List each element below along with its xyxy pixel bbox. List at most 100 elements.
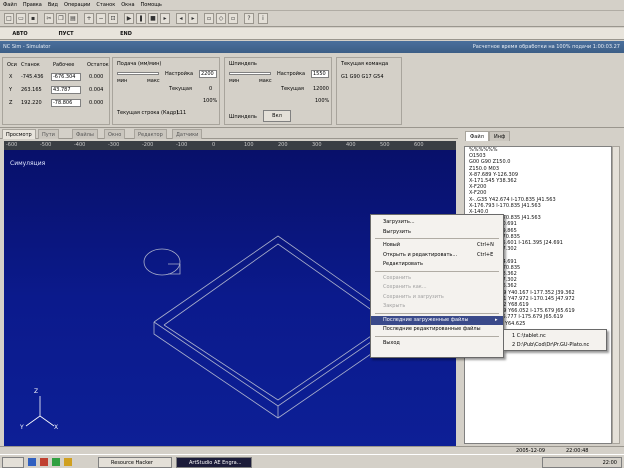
context-menu-item[interactable]: Последние редактированные файлы [371, 325, 503, 334]
save-icon[interactable]: ▪ [28, 13, 38, 24]
open-folder-icon[interactable]: ▭ [16, 13, 26, 24]
feed-setting-field[interactable]: 2200 [199, 70, 217, 78]
header-machine: Станок [21, 62, 40, 68]
context-menu-label: Открыть и редактировать... [383, 251, 458, 258]
tab-info[interactable]: Инф [489, 131, 511, 141]
context-menu-item[interactable]: Открыть и редактировать... Ctrl+E [371, 251, 503, 260]
context-menu-item[interactable]: Выход [371, 339, 503, 348]
fit-view-icon[interactable]: ⊡ [108, 13, 118, 24]
quicklaunch-app-icon[interactable] [40, 458, 48, 466]
spindle-current-label: Текущая [281, 86, 304, 92]
context-menu-item[interactable]: Последние загруженные файлы ▸ [371, 315, 503, 325]
quicklaunch-desktop-icon[interactable] [52, 458, 60, 466]
menu-separator [375, 312, 499, 314]
tab-paths[interactable]: Пути [38, 129, 59, 139]
feed-setting-label: Настройка [165, 71, 194, 77]
play-icon[interactable]: ▶ [124, 13, 134, 24]
tab-sensors[interactable]: Датчики [172, 129, 203, 139]
menu-view[interactable]: Вид [48, 2, 58, 8]
context-menu-item[interactable]: Выгрузить [371, 228, 503, 237]
feed-max-label: макс [147, 78, 160, 84]
context-menu-shortcut: Ctrl+N [477, 242, 494, 248]
start-button[interactable] [2, 457, 24, 468]
ruler-tick: 0 [212, 142, 216, 148]
pause-icon[interactable]: ❚ [136, 13, 146, 24]
tab-window[interactable]: Окно [104, 129, 126, 139]
quicklaunch-ie-icon[interactable] [28, 458, 36, 466]
spindle-on-button[interactable]: Вкл [263, 110, 291, 122]
tab-files[interactable]: Файлы [72, 129, 98, 139]
context-menu-item[interactable]: Загрузить... [371, 218, 503, 227]
paste-icon[interactable]: ▤ [68, 13, 78, 24]
task-resource-hacker[interactable]: Resource Hacker [98, 457, 172, 468]
ruler-tick: -100 [176, 142, 188, 148]
context-menu-label: Последние загруженные файлы [383, 316, 469, 323]
tab-preview[interactable]: Просмотр [2, 129, 36, 139]
axis-x-indicator: X [54, 424, 59, 431]
menu-file[interactable]: Файл [3, 2, 17, 8]
coordinates-group: Оси Станок Рабочее Остаток X -745.436 -6… [2, 57, 110, 125]
forward-icon[interactable]: ▸ [188, 13, 198, 24]
step-icon[interactable]: ▸ [160, 13, 170, 24]
context-menu-label: Закрыть [383, 303, 406, 309]
context-menu-item: Сохранить [371, 274, 503, 283]
view-top-icon[interactable]: ▫ [204, 13, 214, 24]
ruler-tick: 200 [278, 142, 288, 148]
spindle-slider[interactable] [229, 72, 271, 75]
task-artstudio[interactable]: ArtStudio AE Engra... [176, 457, 252, 468]
context-menu-label: Новый [383, 242, 400, 248]
ruler-tick: -400 [74, 142, 86, 148]
axis-y-indicator: Y [20, 424, 24, 431]
feed-title: Подача (мм/мин) [117, 61, 162, 67]
tab-file[interactable]: Файл [465, 131, 489, 141]
stop-icon[interactable]: ■ [148, 13, 158, 24]
mode-auto-button[interactable]: АВТО [0, 29, 40, 39]
mode-empty-button[interactable]: ПУСТ [46, 29, 86, 39]
mode-end-button[interactable]: END [106, 29, 146, 39]
rewind-icon[interactable]: ◂ [176, 13, 186, 24]
windows-taskbar: Resource Hacker ArtStudio AE Engra... 22… [0, 454, 624, 468]
cut-icon[interactable]: ✂ [44, 13, 54, 24]
axis-x-label: X [9, 74, 13, 80]
new-file-icon[interactable]: □ [4, 13, 14, 24]
gcode-scrollbar[interactable] [612, 146, 620, 444]
axis-z-indicator: Z [34, 388, 39, 395]
menu-windows[interactable]: Окна [121, 2, 134, 8]
rest-z: 0.000 [89, 100, 104, 106]
spindle-percent: 100% [315, 98, 330, 104]
ruler-tick: 500 [380, 142, 390, 148]
machine-y: 263.165 [21, 87, 42, 93]
info-icon[interactable]: i [258, 13, 268, 24]
view-front-icon[interactable]: ▫ [228, 13, 238, 24]
menu-machine[interactable]: Станок [96, 2, 115, 8]
file-context-menu: Загрузить... Выгрузить Новый Ctrl+N Открыть … [370, 214, 504, 358]
view-iso-icon[interactable]: ◇ [216, 13, 226, 24]
ruler-tick: -300 [108, 142, 120, 148]
menu-help[interactable]: Помощь [141, 2, 162, 8]
context-menu-item[interactable]: Редактировать [371, 260, 503, 269]
menu-separator [375, 238, 499, 239]
context-menu-label: Редактировать [383, 261, 423, 267]
quicklaunch-folder-icon[interactable] [64, 458, 72, 466]
zoom-out-icon[interactable]: − [96, 13, 106, 24]
recent-file-2[interactable]: 2 D:\Pub\Cod\Dr\Pr.GU-Plato.nc [504, 341, 606, 350]
simulator-title: NC Sim - Simulator [3, 44, 51, 50]
spindle-setting-field[interactable]: 1550 [311, 70, 329, 78]
menu-edit[interactable]: Правка [23, 2, 42, 8]
feed-slider[interactable] [117, 72, 159, 75]
tab-editor[interactable]: Редактор [134, 129, 167, 139]
ruler-tick: 400 [346, 142, 356, 148]
axis-y-label: Y [9, 87, 13, 93]
help-icon[interactable]: ? [244, 13, 254, 24]
spindle-current-value: 12000 [313, 86, 329, 92]
spindle-group: Шпиндель мин макс Настройка 1550 Текущая… [224, 57, 332, 125]
menu-separator [375, 335, 499, 337]
copy-icon[interactable]: ❐ [56, 13, 66, 24]
recent-file-1[interactable]: 1 C:\tablet.nc [504, 332, 606, 341]
system-tray-clock: 22:00 [542, 457, 622, 468]
feed-current-value: 0 [209, 86, 213, 92]
context-menu-item[interactable]: Новый Ctrl+N [371, 241, 503, 250]
context-menu-label: Сохранить [383, 274, 412, 281]
menu-operations[interactable]: Операции [64, 2, 90, 8]
zoom-in-icon[interactable]: + [84, 13, 94, 24]
